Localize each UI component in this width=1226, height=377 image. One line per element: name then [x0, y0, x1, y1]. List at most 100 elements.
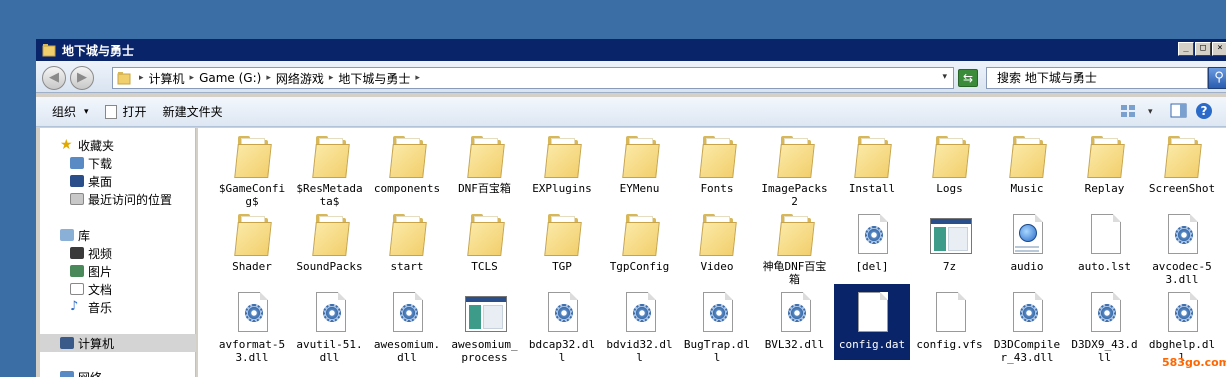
file-item[interactable]: TGP: [524, 206, 600, 282]
file-item[interactable]: D3DX9_43.dll: [1067, 284, 1143, 364]
preview-pane-icon[interactable]: [1170, 103, 1188, 119]
sidebar-item-recent[interactable]: 最近访问的位置: [70, 190, 172, 208]
document-icon: [1085, 214, 1125, 258]
file-item[interactable]: audio: [989, 206, 1065, 282]
file-item[interactable]: Replay: [1067, 128, 1143, 204]
file-item[interactable]: bdcap32.dll: [524, 284, 600, 364]
folder-icon: [232, 214, 272, 258]
file-name: TCLS: [471, 260, 498, 273]
sidebar-item-documents[interactable]: 文档: [70, 280, 112, 298]
file-item[interactable]: bdvid32.dll: [602, 284, 678, 364]
open-button[interactable]: 打开: [97, 97, 155, 127]
file-name: bdvid32.dll: [606, 338, 673, 364]
file-item[interactable]: EYMenu: [602, 128, 678, 204]
address-dropdown-icon[interactable]: ▾: [942, 72, 947, 82]
search-input[interactable]: 搜索 地下城与勇士: [986, 67, 1208, 89]
folder-icon: [697, 214, 737, 258]
view-options-icon[interactable]: [1120, 103, 1138, 119]
video-icon: [70, 247, 84, 259]
sidebar-item-network[interactable]: 网络: [60, 368, 102, 377]
document-icon: [930, 292, 970, 336]
file-item[interactable]: awesomium_process: [447, 284, 523, 364]
breadcrumb-computer[interactable]: 计算机: [146, 70, 188, 87]
breadcrumb-current[interactable]: 地下城与勇士: [335, 70, 413, 87]
recent-places-icon: [70, 193, 84, 205]
desktop-icon: [70, 175, 84, 187]
dll-gear-icon: [775, 292, 815, 336]
view-dropdown-icon[interactable]: ▾: [1148, 107, 1153, 117]
file-name: awesomium_process: [451, 338, 518, 364]
file-item[interactable]: config.vfs: [912, 284, 988, 360]
file-item[interactable]: avutil-51.dll: [292, 284, 368, 364]
file-item[interactable]: dbghelp.dll: [1144, 284, 1220, 364]
sidebar-item-libraries[interactable]: 库: [60, 226, 90, 244]
file-item[interactable]: awesomium.dll: [369, 284, 445, 364]
breadcrumb-separator[interactable]: ▸: [264, 73, 273, 83]
sidebar-item-music[interactable]: ♪ 音乐: [70, 298, 112, 316]
close-button[interactable]: ×: [1212, 42, 1226, 56]
breadcrumb-separator[interactable]: ▸: [137, 73, 146, 83]
file-item[interactable]: avformat-53.dll: [214, 284, 290, 364]
file-item[interactable]: $GameConfig$: [214, 128, 290, 208]
file-item[interactable]: BVL32.dll: [757, 284, 833, 360]
dll-gear-icon: [1007, 292, 1047, 336]
minimize-button[interactable]: _: [1178, 42, 1194, 56]
sidebar-item-favorites[interactable]: ★ 收藏夹: [60, 136, 114, 154]
file-item[interactable]: Fonts: [679, 128, 755, 204]
folder-icon: [930, 136, 970, 180]
music-note-icon: ♪: [70, 299, 79, 314]
maximize-button[interactable]: □: [1195, 42, 1211, 56]
title-bar[interactable]: 地下城与勇士 _ □ ×: [36, 39, 1226, 61]
file-item[interactable]: Video: [679, 206, 755, 282]
address-bar[interactable]: ▸ 计算机 ▸ Game (G:) ▸ 网络游戏 ▸ 地下城与勇士 ▸ ▾: [112, 67, 954, 89]
file-item[interactable]: start: [369, 206, 445, 282]
help-icon[interactable]: ?: [1196, 103, 1212, 119]
file-item[interactable]: Shader: [214, 206, 290, 282]
file-item[interactable]: Logs: [912, 128, 988, 204]
sidebar-item-label: 库: [78, 228, 91, 243]
star-icon: ★: [60, 137, 73, 153]
sidebar-item-computer[interactable]: 计算机: [40, 334, 196, 352]
sidebar-item-videos[interactable]: 视频: [70, 244, 112, 262]
breadcrumb-separator[interactable]: ▸: [327, 73, 336, 83]
file-item[interactable]: ScreenShot: [1144, 128, 1220, 204]
refresh-button[interactable]: ⇆: [958, 69, 978, 87]
file-item[interactable]: avcodec-53.dll: [1144, 206, 1220, 286]
file-item[interactable]: Music: [989, 128, 1065, 204]
file-item[interactable]: EXPlugins: [524, 128, 600, 204]
file-item[interactable]: TCLS: [447, 206, 523, 282]
file-item[interactable]: SoundPacks: [292, 206, 368, 282]
forward-button[interactable]: ▶: [70, 66, 94, 90]
file-item[interactable]: D3DCompiler_43.dll: [989, 284, 1065, 364]
folder-icon: [1007, 136, 1047, 180]
organize-button[interactable]: 组织 ▾: [44, 97, 97, 127]
breadcrumb-netgames[interactable]: 网络游戏: [273, 70, 327, 87]
file-item[interactable]: config.dat: [833, 283, 911, 361]
breadcrumb-separator[interactable]: ▸: [188, 73, 197, 83]
sidebar-item-desktop[interactable]: 桌面: [70, 172, 112, 190]
file-item[interactable]: TgpConfig: [602, 206, 678, 282]
search-icon[interactable]: ⚲: [1208, 67, 1226, 89]
sidebar-item-label: 视频: [88, 246, 113, 261]
file-item[interactable]: ImagePacks2: [757, 128, 833, 208]
folder-icon: [697, 136, 737, 180]
file-item[interactable]: BugTrap.dll: [679, 284, 755, 364]
file-item[interactable]: [del]: [834, 206, 910, 282]
back-button[interactable]: ◀: [42, 66, 66, 90]
file-item[interactable]: Install: [834, 128, 910, 204]
sidebar-item-downloads[interactable]: 下载: [70, 154, 112, 172]
file-item[interactable]: components: [369, 128, 445, 204]
sidebar-item-label: 计算机: [78, 336, 115, 351]
dll-gear-icon: [697, 292, 737, 336]
sidebar-item-pictures[interactable]: 图片: [70, 262, 112, 280]
file-item[interactable]: 7z: [912, 206, 988, 282]
folder-icon: [465, 214, 505, 258]
file-item[interactable]: DNF百宝箱: [447, 128, 523, 204]
breadcrumb-separator[interactable]: ▸: [413, 73, 422, 83]
new-folder-label: 新建文件夹: [162, 105, 223, 119]
file-item[interactable]: 神龟DNF百宝箱: [757, 206, 833, 286]
breadcrumb-drive[interactable]: Game (G:): [196, 71, 264, 85]
file-item[interactable]: auto.lst: [1067, 206, 1143, 282]
new-folder-button[interactable]: 新建文件夹: [155, 97, 231, 127]
file-item[interactable]: $ResMetadata$: [292, 128, 368, 208]
